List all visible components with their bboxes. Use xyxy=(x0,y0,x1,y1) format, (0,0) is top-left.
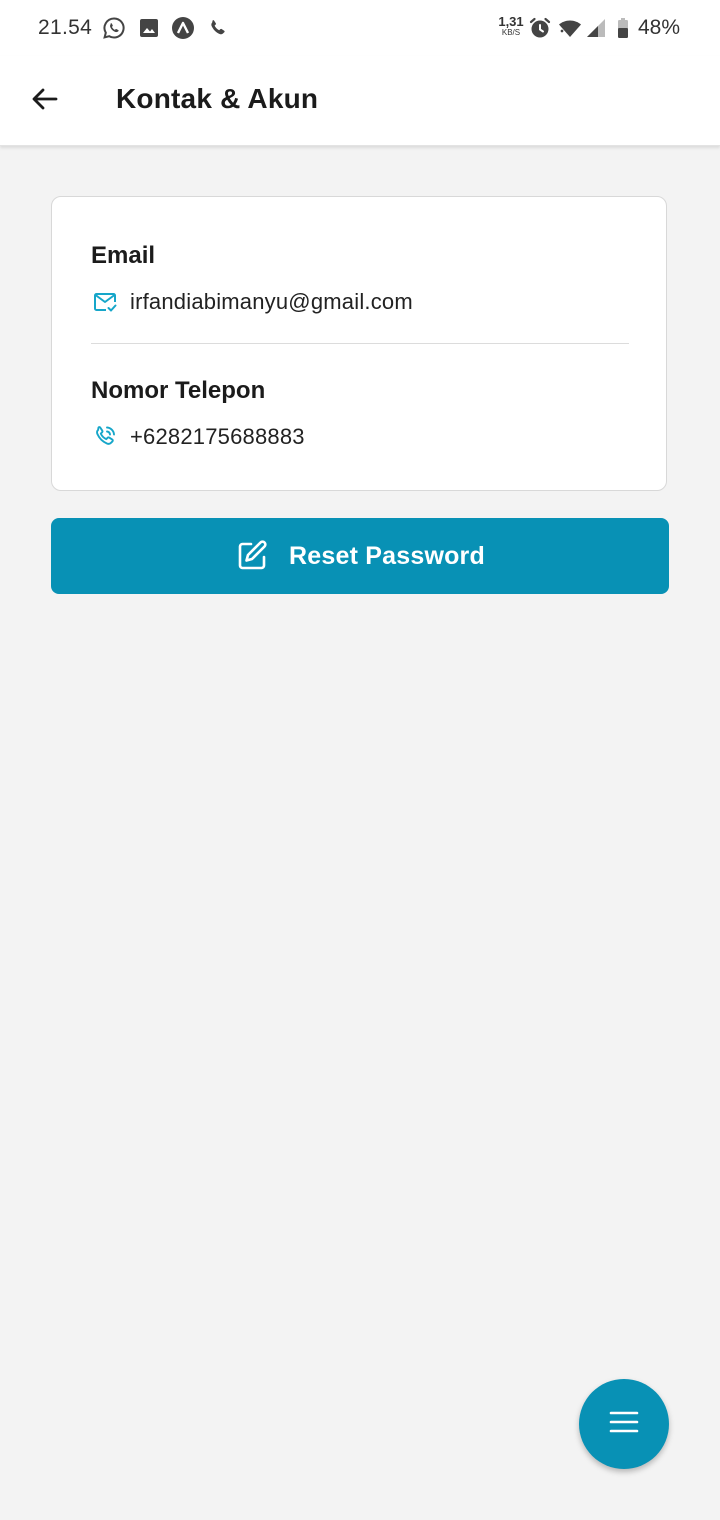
status-time: 21.54 xyxy=(38,16,93,39)
back-button[interactable] xyxy=(22,78,68,124)
app-bar: Kontak & Akun xyxy=(0,56,720,146)
phone-call-icon xyxy=(206,16,230,40)
whatsapp-icon xyxy=(102,16,126,40)
reset-password-button[interactable]: Reset Password xyxy=(51,518,669,594)
status-bar: 21.54 1,31 KB/S 48% xyxy=(0,0,720,56)
app-notification-icon xyxy=(171,16,195,40)
battery-icon xyxy=(611,16,635,40)
menu-icon xyxy=(608,1406,640,1443)
phone-value: +6282175688883 xyxy=(130,424,305,449)
edit-icon xyxy=(235,539,269,573)
phone-row: +6282175688883 xyxy=(91,422,305,452)
menu-fab-button[interactable] xyxy=(579,1379,669,1469)
email-row: irfandiabimanyu@gmail.com xyxy=(91,287,413,317)
email-value: irfandiabimanyu@gmail.com xyxy=(130,289,413,314)
divider xyxy=(91,343,629,344)
mail-check-icon xyxy=(91,288,119,316)
network-speed: 1,31 KB/S xyxy=(497,15,525,37)
alarm-icon xyxy=(528,16,552,40)
wifi-icon xyxy=(558,16,582,40)
cell-signal-icon xyxy=(584,16,608,40)
phone-label: Nomor Telepon xyxy=(91,377,266,404)
image-icon xyxy=(137,16,161,40)
reset-password-label: Reset Password xyxy=(289,541,485,570)
phone-icon xyxy=(91,423,119,451)
network-speed-unit: KB/S xyxy=(501,28,521,37)
battery-percentage: 48% xyxy=(638,16,681,39)
page-title: Kontak & Akun xyxy=(116,83,319,114)
contact-card: Email irfandiabimanyu@gmail.com Nomor Te… xyxy=(51,196,667,491)
email-label: Email xyxy=(91,242,156,269)
network-speed-value: 1,31 xyxy=(498,14,524,29)
arrow-left-icon xyxy=(30,84,60,119)
